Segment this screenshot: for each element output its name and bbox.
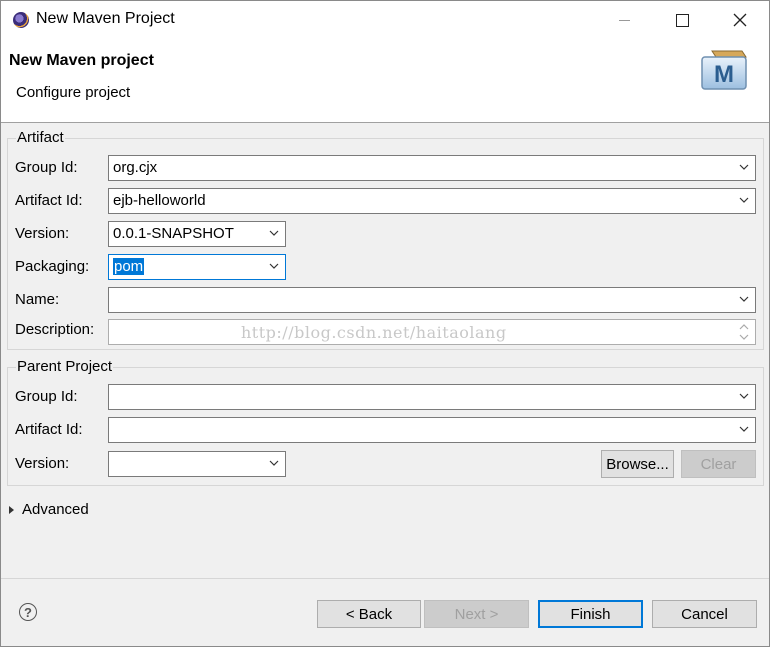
artifact-id-label: Artifact Id: <box>15 192 83 209</box>
chevron-down-icon <box>739 296 749 302</box>
packaging-select[interactable]: pom <box>108 254 286 280</box>
next-button[interactable]: Next > <box>424 600 529 628</box>
packaging-label: Packaging: <box>15 258 90 275</box>
version-label: Version: <box>15 225 70 242</box>
version-select[interactable]: 0.0.1-SNAPSHOT <box>108 221 286 247</box>
name-field[interactable] <box>108 287 756 313</box>
window-title: New Maven Project <box>36 10 175 27</box>
description-label: Description: <box>15 321 95 338</box>
group-id-value: org.cjx <box>113 159 158 176</box>
help-icon[interactable]: ? <box>19 603 37 621</box>
artifact-id-value: ejb-helloworld <box>113 192 206 209</box>
parent-group-title: Parent Project <box>16 358 114 375</box>
maven-logo-icon: M <box>701 50 747 90</box>
artifact-group-title: Artifact <box>16 129 65 146</box>
scroll-arrows-icon[interactable] <box>737 321 751 343</box>
packaging-value-wrap: pom <box>113 258 145 275</box>
chevron-down-icon <box>269 460 279 466</box>
page-subtitle: Configure project <box>16 84 131 101</box>
close-button[interactable] <box>711 1 769 39</box>
parent-version-label: Version: <box>15 455 70 472</box>
chevron-down-icon <box>739 393 749 399</box>
artifact-id-field[interactable]: ejb-helloworld <box>108 188 756 214</box>
minimize-button[interactable] <box>595 1 653 39</box>
finish-button[interactable]: Finish <box>538 600 643 628</box>
chevron-down-icon <box>269 230 279 236</box>
eclipse-icon <box>13 12 29 28</box>
parent-version-select[interactable] <box>108 451 286 477</box>
advanced-expander[interactable]: Advanced <box>9 501 89 518</box>
advanced-label: Advanced <box>22 501 89 518</box>
cancel-button[interactable]: Cancel <box>652 600 757 628</box>
watermark-text: http://blog.csdn.net/haitaolang <box>241 323 507 342</box>
chevron-down-icon <box>739 197 749 203</box>
maximize-button[interactable] <box>653 1 711 39</box>
version-value: 0.0.1-SNAPSHOT <box>113 225 234 242</box>
maximize-icon <box>675 13 689 27</box>
parent-artifact-id-label: Artifact Id: <box>15 421 83 438</box>
footer-separator <box>1 578 769 579</box>
chevron-down-icon <box>739 164 749 170</box>
parent-artifact-id-field[interactable] <box>108 417 756 443</box>
svg-text:M: M <box>714 61 734 88</box>
title-bar: New Maven Project <box>1 1 769 39</box>
chevron-down-icon <box>739 426 749 432</box>
expand-triangle-icon <box>9 505 14 514</box>
close-icon <box>733 13 747 27</box>
page-title: New Maven project <box>9 52 154 69</box>
wizard-header: New Maven project Configure project M <box>1 39 769 123</box>
browse-button[interactable]: Browse... <box>601 450 674 478</box>
minimize-icon <box>618 19 630 21</box>
new-maven-project-dialog: New Maven Project New Maven project Conf… <box>0 0 770 647</box>
group-id-field[interactable]: org.cjx <box>108 155 756 181</box>
packaging-value: pom <box>113 258 145 275</box>
name-label: Name: <box>15 291 60 308</box>
parent-group-id-label: Group Id: <box>15 388 78 405</box>
back-button[interactable]: < Back <box>317 600 421 628</box>
group-id-label: Group Id: <box>15 159 78 176</box>
chevron-down-icon <box>269 263 279 269</box>
clear-button[interactable]: Clear <box>681 450 756 478</box>
parent-group-id-field[interactable] <box>108 384 756 410</box>
